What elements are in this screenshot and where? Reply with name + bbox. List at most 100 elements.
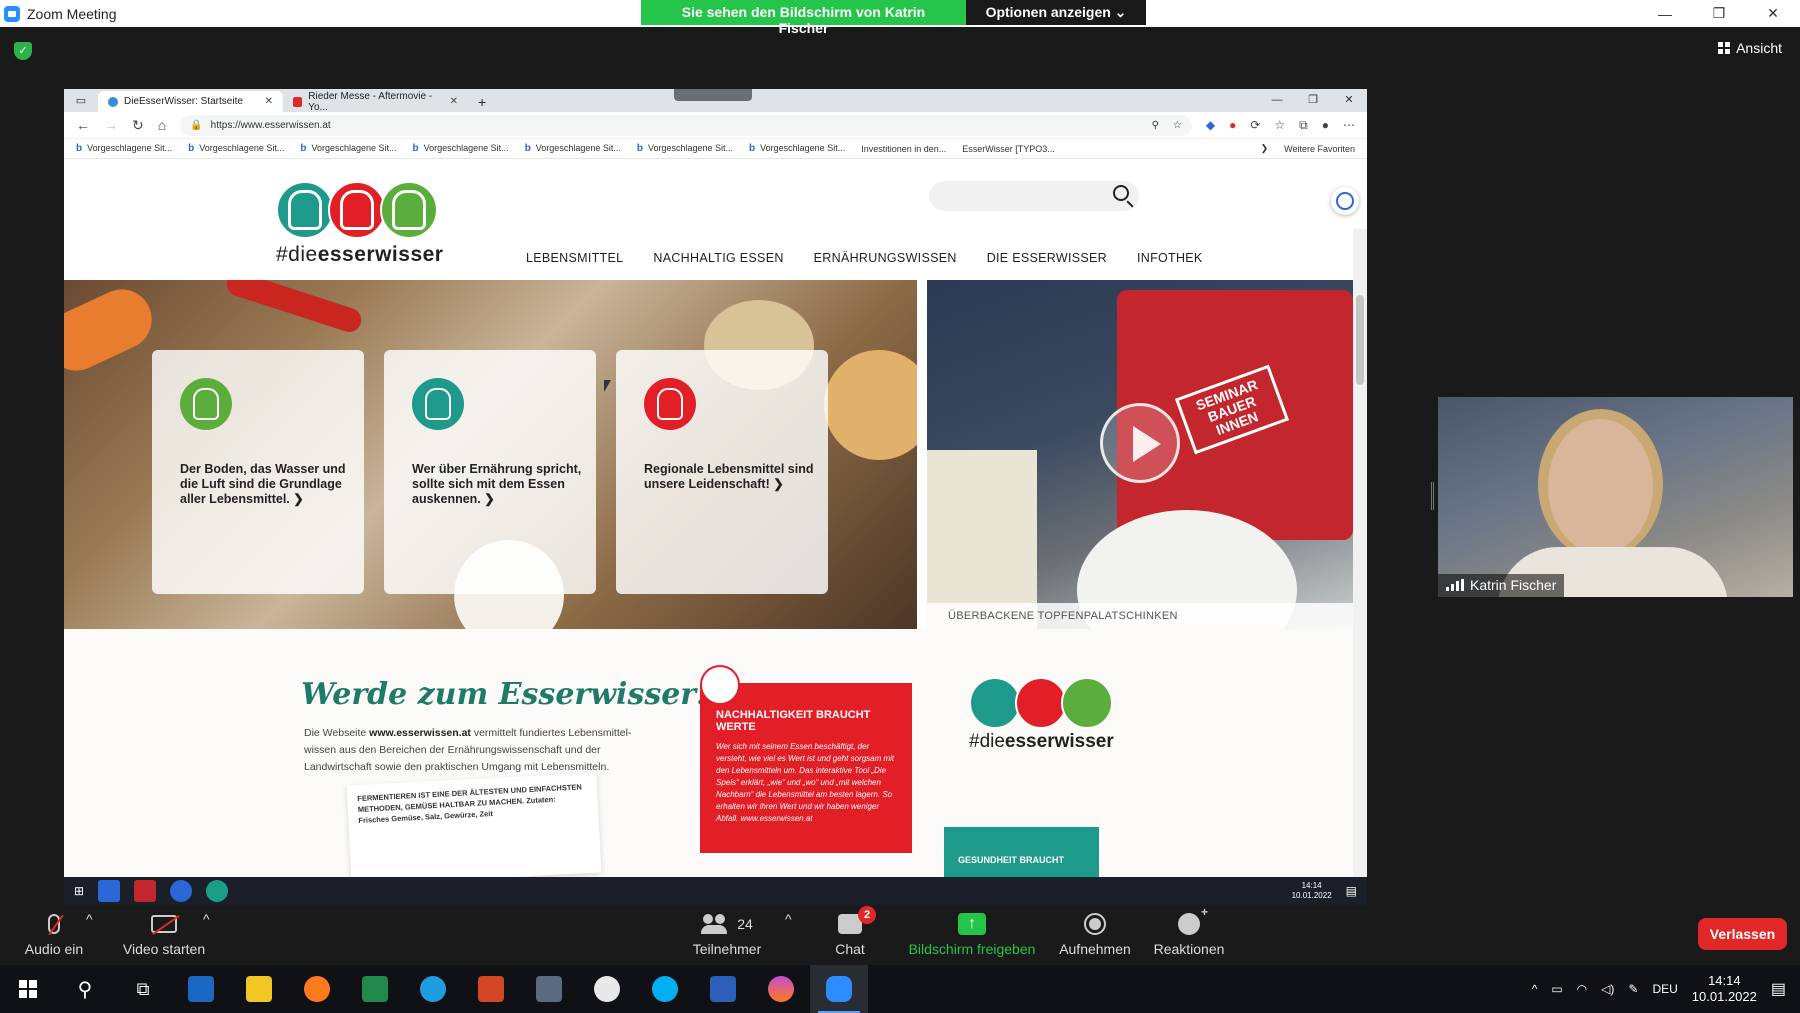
audio-options-caret[interactable]: ^ (86, 911, 93, 927)
participants-button[interactable]: 24 Teilnehmer (689, 911, 765, 957)
language-indicator[interactable]: DEU (1652, 982, 1677, 996)
favorite-item[interactable]: Vorgeschlagene Sit... (413, 143, 509, 154)
zoom-icon[interactable]: ⚲ (1152, 120, 1159, 131)
excel-icon[interactable] (346, 965, 404, 1013)
site-logo[interactable]: #dieesserwisser (276, 181, 446, 267)
page-scrollbar[interactable] (1353, 229, 1367, 905)
extensions-icon[interactable]: ⟳ (1250, 118, 1260, 132)
participants-options-caret[interactable]: ^ (785, 911, 792, 927)
firefox-icon[interactable] (288, 965, 346, 1013)
tab-actions-icon[interactable]: ▭ (64, 91, 98, 112)
close-button[interactable]: ✕ (1746, 0, 1800, 27)
record-button[interactable]: Aufnehmen (1054, 911, 1136, 957)
favorites-overflow-icon[interactable]: ❯ (1261, 143, 1269, 154)
video-teaser[interactable]: SEMINAR BAUER INNEN ÜBERBACKENE TOPFENPA… (927, 280, 1353, 629)
nav-lebensmittel[interactable]: LEBENSMITTEL (526, 251, 623, 265)
share-screen-button[interactable]: Bildschirm freigeben (904, 911, 1040, 957)
volume-icon[interactable]: ◁) (1601, 982, 1614, 996)
sustainability-box[interactable]: NACHHALTIGKEIT BRAUCHT WERTE Wer sich mi… (700, 665, 912, 853)
edge-icon[interactable] (206, 880, 229, 902)
forward-icon[interactable]: → (104, 117, 118, 133)
encryption-shield-icon[interactable]: ✓ (14, 42, 32, 60)
word-icon[interactable] (694, 965, 752, 1013)
restore-button[interactable]: ❐ (1692, 0, 1746, 27)
back-icon[interactable]: ← (76, 117, 90, 133)
nav-infothek[interactable]: INFOTHEK (1137, 251, 1203, 265)
outlook-icon[interactable] (172, 965, 230, 1013)
favorite-item[interactable]: Investitionen in den... (861, 144, 946, 154)
battery-icon[interactable]: ▭ (1551, 982, 1562, 996)
edge-icon[interactable] (404, 965, 462, 1013)
profile-avatar-icon[interactable]: ● (1322, 118, 1329, 132)
minimize-button[interactable]: — (1638, 0, 1692, 27)
outlook-icon[interactable] (98, 880, 121, 902)
more-menu-icon[interactable]: ⋯ (1343, 118, 1355, 132)
reactions-button[interactable]: Reaktionen (1150, 905, 1228, 957)
extension-icon[interactable]: ◆ (1206, 118, 1215, 132)
share-toolbar-grip[interactable] (674, 89, 752, 101)
sidebar-fab-icon[interactable] (1331, 187, 1359, 215)
task-view-icon[interactable]: ⧉ (114, 965, 172, 1013)
other-favorites[interactable]: Weitere Favoriten (1284, 144, 1355, 154)
network-icon[interactable]: ◠ (1577, 982, 1587, 996)
powerpoint-icon[interactable] (462, 965, 520, 1013)
view-options-button[interactable]: Optionen anzeigen ⌄ (966, 0, 1146, 25)
snipping-tool-icon[interactable] (578, 965, 636, 1013)
panel-resize-handle[interactable] (1431, 482, 1434, 510)
search-icon[interactable] (1113, 185, 1129, 201)
action-center-icon[interactable]: ▤ (1771, 979, 1786, 999)
windows-start-icon[interactable]: ⊞ (74, 884, 84, 898)
record-extension-icon[interactable]: ● (1229, 118, 1236, 132)
audio-button[interactable]: Audio ein (18, 911, 90, 957)
play-icon[interactable] (1100, 403, 1180, 483)
calculator-icon[interactable] (520, 965, 578, 1013)
pen-icon[interactable]: ✎ (1628, 982, 1638, 996)
tab-youtube[interactable]: Rieder Messe - Aftermovie - Yo... ✕ (283, 91, 468, 113)
view-button[interactable]: Ansicht (1718, 40, 1782, 56)
site-search-input[interactable] (929, 181, 1139, 211)
browser-close-button[interactable]: ✕ (1331, 89, 1367, 112)
video-button[interactable]: Video starten (117, 911, 211, 957)
participant-video[interactable]: Katrin Fischer (1438, 397, 1793, 597)
scrollbar-thumb[interactable] (1356, 295, 1364, 385)
hero-card-boden[interactable]: Der Boden, das Wasser und die Luft sind … (152, 350, 364, 594)
notifications-icon[interactable]: ▤ (1346, 884, 1357, 898)
zoom-taskbar-icon[interactable] (810, 965, 868, 1013)
favorite-item[interactable]: Vorgeschlagene Sit... (188, 143, 284, 154)
video-options-caret[interactable]: ^ (203, 911, 210, 927)
tab-esserwisser[interactable]: DieEsserWisser: Startseite ✕ (98, 91, 283, 112)
nav-nachhaltig-essen[interactable]: NACHHALTIG ESSEN (653, 251, 783, 265)
health-box[interactable]: GESUNDHEIT BRAUCHT (944, 827, 1099, 879)
browser-minimize-button[interactable]: — (1259, 89, 1295, 112)
app-icon[interactable] (170, 880, 193, 902)
file-explorer-icon[interactable] (230, 965, 288, 1013)
chat-button[interactable]: 2 Chat (820, 906, 880, 957)
url-field[interactable]: 🔒 https://www.esserwissen.at ⚲ ☆ (180, 114, 1192, 136)
favorite-item[interactable]: EsserWisser [TYPO3... (962, 144, 1055, 154)
tab-close-icon[interactable]: ✕ (450, 96, 458, 107)
tab-close-icon[interactable]: ✕ (265, 96, 273, 107)
hero-card-regional[interactable]: Regionale Lebensmittel sind unsere Leide… (616, 350, 828, 594)
favorite-item[interactable]: Vorgeschlagene Sit... (525, 143, 621, 154)
new-tab-button[interactable]: + (468, 91, 496, 112)
tray-chevron-icon[interactable]: ^ (1532, 982, 1538, 996)
drop-app-icon[interactable] (752, 965, 810, 1013)
system-clock[interactable]: 14:14 10.01.2022 (1692, 973, 1757, 1005)
favorite-item[interactable]: Vorgeschlagene Sit... (300, 143, 396, 154)
leave-meeting-button[interactable]: Verlassen (1698, 918, 1787, 950)
search-icon[interactable]: ⚲ (56, 965, 114, 1013)
collections-icon[interactable]: ⧉ (1299, 118, 1308, 133)
nav-ernaehrungswissen[interactable]: ERNÄHRUNGSWISSEN (814, 251, 957, 265)
favorite-item[interactable]: Vorgeschlagene Sit... (76, 143, 172, 154)
browser-restore-button[interactable]: ❐ (1295, 89, 1331, 112)
windows-start-button[interactable] (0, 965, 56, 1013)
nav-die-esserwisser[interactable]: DIE ESSERWISSER (987, 251, 1107, 265)
contacts-icon[interactable] (134, 880, 157, 902)
favorites-icon[interactable]: ☆ (1274, 118, 1285, 132)
refresh-icon[interactable]: ↻ (132, 117, 144, 134)
home-icon[interactable]: ⌂ (158, 117, 166, 133)
skype-icon[interactable] (636, 965, 694, 1013)
favorite-item[interactable]: Vorgeschlagene Sit... (637, 143, 733, 154)
hero-card-ernaehrung[interactable]: Wer über Ernährung spricht, sollte sich … (384, 350, 596, 594)
favorite-star-icon[interactable]: ☆ (1173, 120, 1182, 131)
